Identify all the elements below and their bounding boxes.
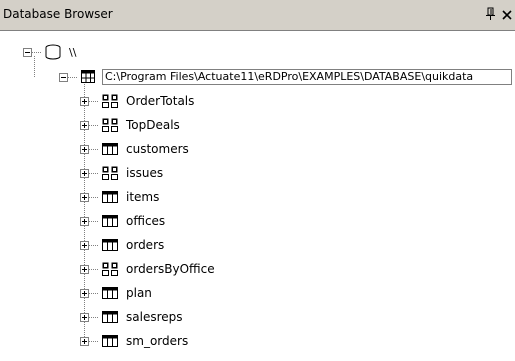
tree-item-label: OrderTotals [126,94,195,108]
table-icon [101,237,119,253]
tree-item[interactable]: orders [80,234,164,256]
expand-icon[interactable] [80,336,89,346]
expand-icon[interactable] [80,144,89,154]
tree-connector [89,340,99,342]
tree-item-label: TopDeals [126,118,180,132]
tree-connector [89,316,99,318]
table-icon [101,285,119,301]
tree-item[interactable]: plan [80,282,152,304]
tree-item[interactable]: customers [80,138,189,160]
tree-item[interactable]: offices [80,210,165,232]
tree-connector [89,196,99,198]
view-icon [101,261,119,277]
expand-icon[interactable] [80,264,89,274]
expand-icon[interactable] [80,120,89,130]
table-icon [101,309,119,325]
tree-item-label: sm_orders [126,334,189,348]
expand-icon[interactable] [80,288,89,298]
expand-icon[interactable] [80,96,89,106]
panel-title: Database Browser [3,7,113,21]
table-icon [101,213,119,229]
tree-item-label: orders [126,238,165,252]
tree-item[interactable]: ordersByOffice [80,258,215,280]
tree-item[interactable]: sm_orders [80,330,188,352]
table-icon [101,141,119,157]
tree-node-connection[interactable]: C:\Program Files\Actuate11\eRDPro\EXAMPL… [59,66,512,88]
collapse-icon[interactable] [23,47,32,57]
panel-titlebar: Database Browser [0,0,515,31]
tree-item[interactable]: salesreps [80,306,183,328]
tree-item-label: items [126,190,160,204]
tree-item[interactable]: issues [80,162,163,184]
tree-item[interactable]: TopDeals [80,114,180,136]
tree-item-label: salesreps [126,310,183,324]
tree-connector [89,148,99,150]
tree-connector [68,76,78,78]
tree-connector [89,220,99,222]
expand-icon[interactable] [80,168,89,178]
tree-item[interactable]: OrderTotals [80,90,194,112]
view-icon [101,93,119,109]
tree-connector [89,268,99,270]
view-icon [101,165,119,181]
expand-icon[interactable] [80,312,89,322]
database-icon [45,44,61,60]
tree-item-label: offices [126,214,166,228]
tree-connector [32,51,42,53]
connection-path-field[interactable]: C:\Program Files\Actuate11\eRDPro\EXAMPL… [102,69,512,85]
table-icon [101,333,119,349]
tree-item-label: customers [126,142,189,156]
tree-connector [89,292,99,294]
close-icon[interactable] [500,6,514,22]
tree-item-label: issues [126,166,164,180]
expand-icon[interactable] [80,192,89,202]
expand-icon[interactable] [80,240,89,250]
tree-node-root[interactable]: \\ [23,41,76,63]
tree-item-label: plan [126,286,152,300]
tree-panel: \\ C:\Program Files\Actuate11\eRDPro\EXA… [0,31,515,361]
expand-icon[interactable] [80,216,89,226]
tree-connector [89,100,99,102]
tree-item[interactable]: items [80,186,159,208]
tree-connector [89,124,99,126]
collapse-icon[interactable] [59,72,68,82]
table-icon [101,189,119,205]
view-icon [101,117,119,133]
root-label: \\ [69,45,77,59]
tree-connector [89,244,99,246]
tree-item-label: ordersByOffice [126,262,215,276]
tree-connector [89,172,99,174]
schema-icon [81,70,95,83]
pin-icon[interactable] [483,6,497,22]
